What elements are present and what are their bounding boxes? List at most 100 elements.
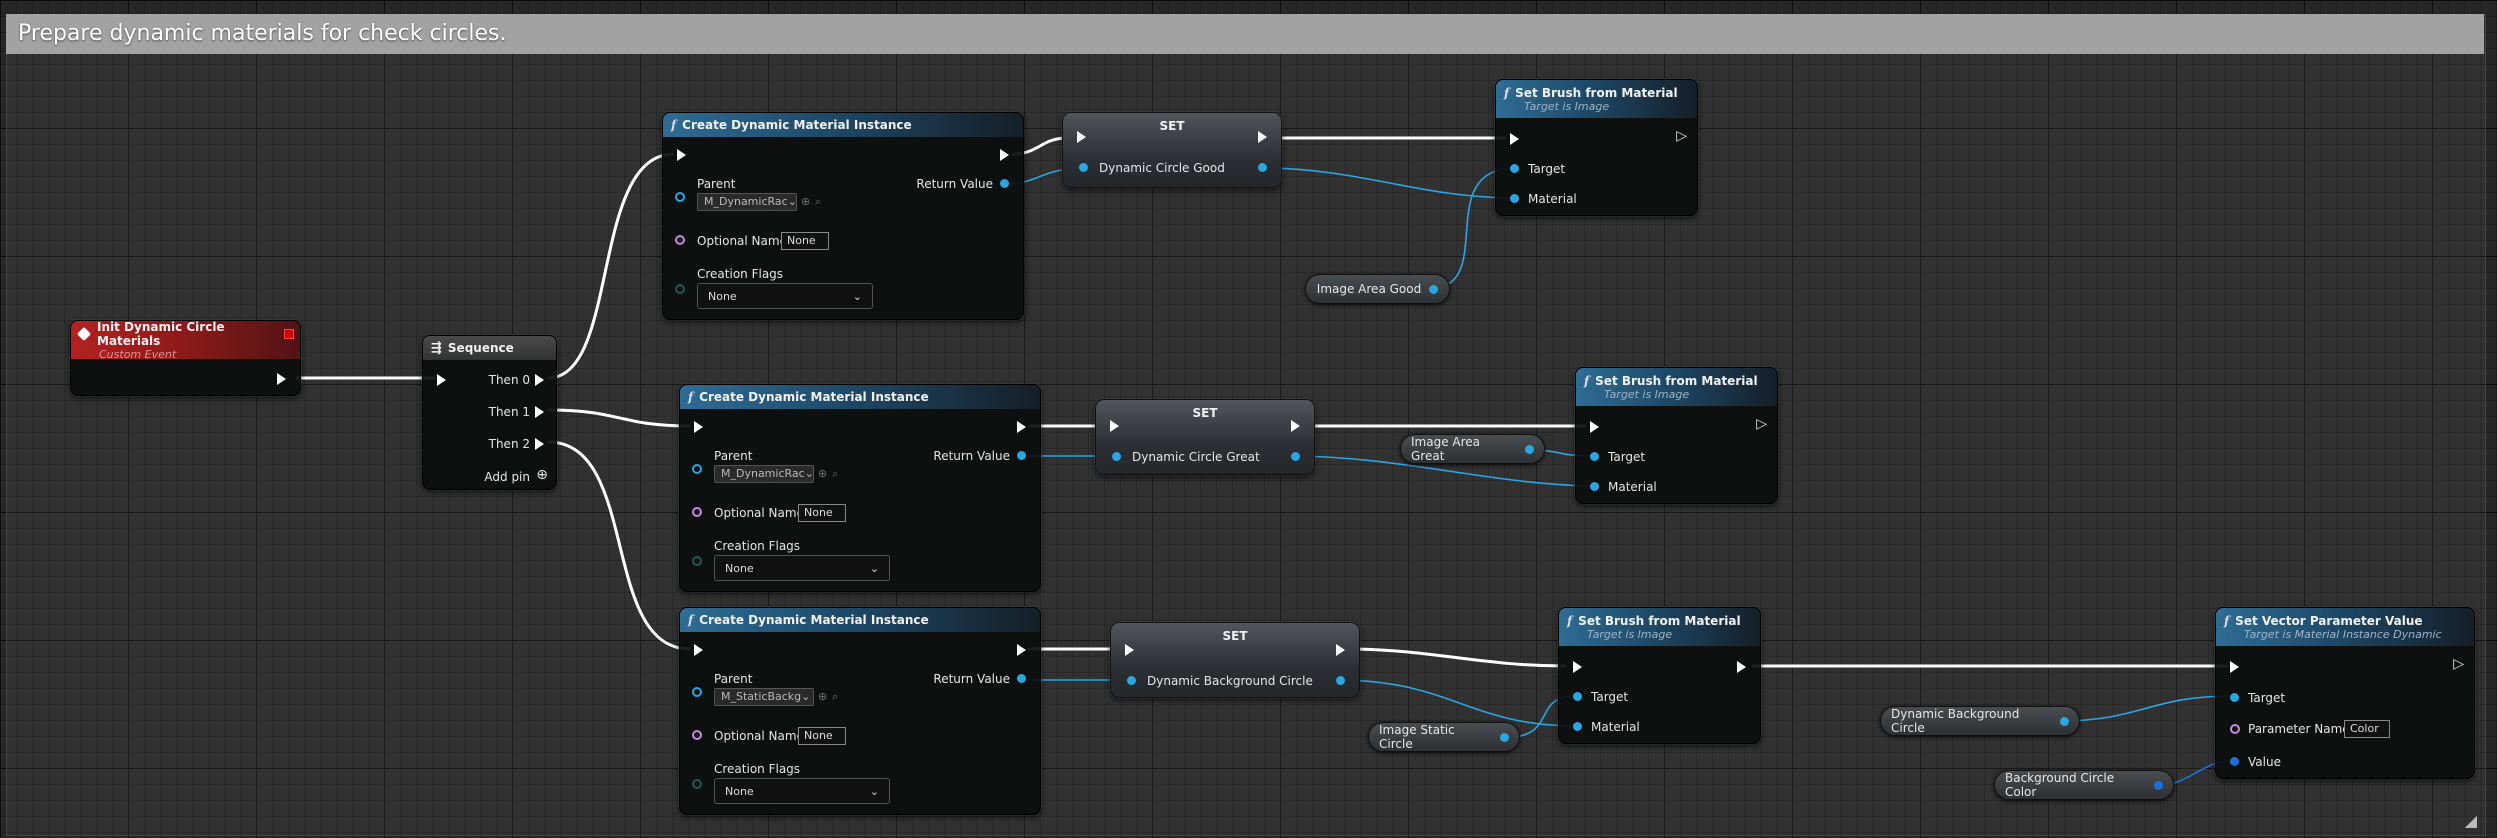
creation-flags-dropdown[interactable]: None ⌄ [697, 283, 873, 309]
exec-in-pin[interactable] [1077, 131, 1086, 143]
event-node-init-dynamic-circle-materials[interactable]: Init Dynamic Circle Materials Custom Eve… [70, 320, 301, 396]
optional-name-pin[interactable] [675, 235, 685, 245]
exec-out-icon[interactable]: ▷ [1756, 416, 1767, 432]
material-pin[interactable] [1510, 194, 1519, 203]
material-pin[interactable] [1573, 722, 1582, 731]
exec-in-pin[interactable] [1573, 661, 1582, 673]
exec-out-pin[interactable] [1017, 421, 1026, 433]
return-value-pin[interactable] [1000, 179, 1009, 188]
function-header[interactable]: f Create Dynamic Material Instance [663, 113, 1023, 137]
exec-in-pin[interactable] [1110, 420, 1119, 432]
exec-in-pin[interactable] [2230, 661, 2239, 673]
creation-flags-dropdown[interactable]: None ⌄ [714, 778, 890, 804]
variable-out-pin[interactable] [1525, 444, 1534, 454]
material-pin[interactable] [1590, 482, 1599, 491]
target-pin[interactable] [1590, 452, 1599, 461]
set-variable-node[interactable]: SET Dynamic Circle Good [1062, 112, 1282, 188]
exec-out-pin[interactable] [1291, 420, 1300, 432]
image-area-great-getter[interactable]: Image Area Great [1400, 434, 1545, 464]
exec-out-pin[interactable] [1017, 644, 1026, 656]
create-dynamic-material-instance-node[interactable]: f Create Dynamic Material Instance Parent… [662, 112, 1024, 320]
use-selected-icon[interactable]: ⊕ [818, 467, 827, 480]
parent-pin[interactable] [675, 192, 685, 202]
set-variable-node[interactable]: SET Dynamic Background Circle [1110, 622, 1360, 698]
value-in-pin[interactable] [1112, 452, 1121, 461]
parent-asset-picker[interactable]: M_StaticBackg ⌄ [714, 688, 814, 706]
exec-in-pin[interactable] [437, 374, 446, 386]
optional-name-field[interactable]: None [798, 727, 846, 745]
optional-name-pin[interactable] [692, 507, 702, 517]
parent-asset-picker[interactable]: M_DynamicRac ⌄ [697, 193, 797, 211]
exec-in-pin[interactable] [677, 149, 686, 161]
parent-pin[interactable] [692, 464, 702, 474]
add-pin-label[interactable]: Add pin [484, 470, 530, 484]
exec-in-pin[interactable] [694, 421, 703, 433]
then-0-pin[interactable] [535, 374, 544, 386]
value-in-pin[interactable] [1079, 163, 1088, 172]
return-value-pin[interactable] [1017, 674, 1026, 683]
set-brush-from-material-node[interactable]: f Set Brush from Material Target is Image… [1575, 367, 1778, 504]
then-2-pin[interactable] [535, 438, 544, 450]
function-header[interactable]: f Create Dynamic Material Instance [680, 385, 1040, 409]
function-header[interactable]: f Set Vector Parameter Value Target is Ma… [2216, 608, 2474, 646]
value-out-pin[interactable] [1336, 676, 1345, 685]
event-node-header[interactable]: Init Dynamic Circle Materials Custom Eve… [71, 320, 300, 361]
exec-out-icon[interactable]: ▷ [1676, 128, 1687, 144]
set-vector-parameter-value-node[interactable]: f Set Vector Parameter Value Target is Ma… [2215, 607, 2475, 779]
function-header[interactable]: f Set Brush from Material Target is Image [1496, 80, 1697, 118]
variable-out-pin[interactable] [1500, 732, 1509, 742]
variable-out-pin[interactable] [1429, 284, 1439, 294]
exec-in-pin[interactable] [1510, 133, 1519, 145]
add-pin-icon[interactable]: ⊕ [536, 467, 548, 483]
value-out-pin[interactable] [1291, 452, 1300, 461]
optional-name-field[interactable]: None [781, 232, 829, 250]
exec-out-icon[interactable]: ▷ [2453, 656, 2464, 672]
parent-pin[interactable] [692, 687, 702, 697]
creation-flags-pin[interactable] [692, 779, 702, 789]
exec-out-pin[interactable] [1258, 131, 1267, 143]
browse-icon[interactable]: ⌕ [832, 690, 838, 704]
target-pin[interactable] [2230, 693, 2239, 702]
target-pin[interactable] [1510, 164, 1519, 173]
browse-icon[interactable]: ⌕ [832, 467, 838, 481]
variable-out-pin[interactable] [2060, 716, 2069, 726]
exec-out-pin[interactable] [1737, 661, 1746, 673]
set-brush-from-material-node[interactable]: f Set Brush from Material Target is Image… [1495, 79, 1698, 216]
target-pin[interactable] [1573, 692, 1582, 701]
creation-flags-pin[interactable] [692, 556, 702, 566]
background-circle-color-getter[interactable]: Background Circle Color [1994, 770, 2174, 800]
browse-icon[interactable]: ⌕ [815, 195, 821, 209]
delegate-pin[interactable] [284, 329, 294, 339]
parameter-name-field[interactable]: Color [2344, 720, 2390, 738]
exec-out-pin[interactable] [277, 373, 286, 385]
parent-asset-picker[interactable]: M_DynamicRac ⌄ [714, 465, 814, 483]
use-selected-icon[interactable]: ⊕ [801, 195, 810, 208]
sequence-header[interactable]: ⇶ Sequence [423, 336, 556, 360]
variable-out-pin[interactable] [2154, 780, 2163, 790]
function-header[interactable]: f Set Brush from Material Target is Image [1559, 608, 1760, 646]
then-1-pin[interactable] [535, 406, 544, 418]
optional-name-pin[interactable] [692, 730, 702, 740]
create-dynamic-material-instance-node[interactable]: f Create Dynamic Material Instance Parent… [679, 607, 1041, 815]
image-static-circle-getter[interactable]: Image Static Circle [1368, 722, 1520, 752]
use-selected-icon[interactable]: ⊕ [818, 690, 827, 703]
exec-in-pin[interactable] [1125, 644, 1134, 656]
parameter-name-pin[interactable] [2230, 724, 2240, 734]
exec-in-pin[interactable] [1590, 421, 1599, 433]
set-variable-node[interactable]: SET Dynamic Circle Great [1095, 399, 1315, 475]
value-out-pin[interactable] [1258, 163, 1267, 172]
value-in-pin[interactable] [1127, 676, 1136, 685]
exec-out-pin[interactable] [1336, 644, 1345, 656]
creation-flags-pin[interactable] [675, 284, 685, 294]
exec-in-pin[interactable] [694, 644, 703, 656]
function-header[interactable]: f Create Dynamic Material Instance [680, 608, 1040, 632]
return-value-pin[interactable] [1017, 451, 1026, 460]
exec-out-pin[interactable] [1000, 149, 1009, 161]
create-dynamic-material-instance-node[interactable]: f Create Dynamic Material Instance Parent… [679, 384, 1041, 592]
dynamic-background-circle-getter[interactable]: Dynamic Background Circle [1880, 706, 2080, 736]
value-pin[interactable] [2230, 757, 2239, 766]
optional-name-field[interactable]: None [798, 504, 846, 522]
function-header[interactable]: f Set Brush from Material Target is Image [1576, 368, 1777, 406]
sequence-node[interactable]: ⇶ Sequence Then 0 Then 1 Then 2 Add pin … [422, 335, 557, 490]
set-brush-from-material-node[interactable]: f Set Brush from Material Target is Image… [1558, 607, 1761, 744]
